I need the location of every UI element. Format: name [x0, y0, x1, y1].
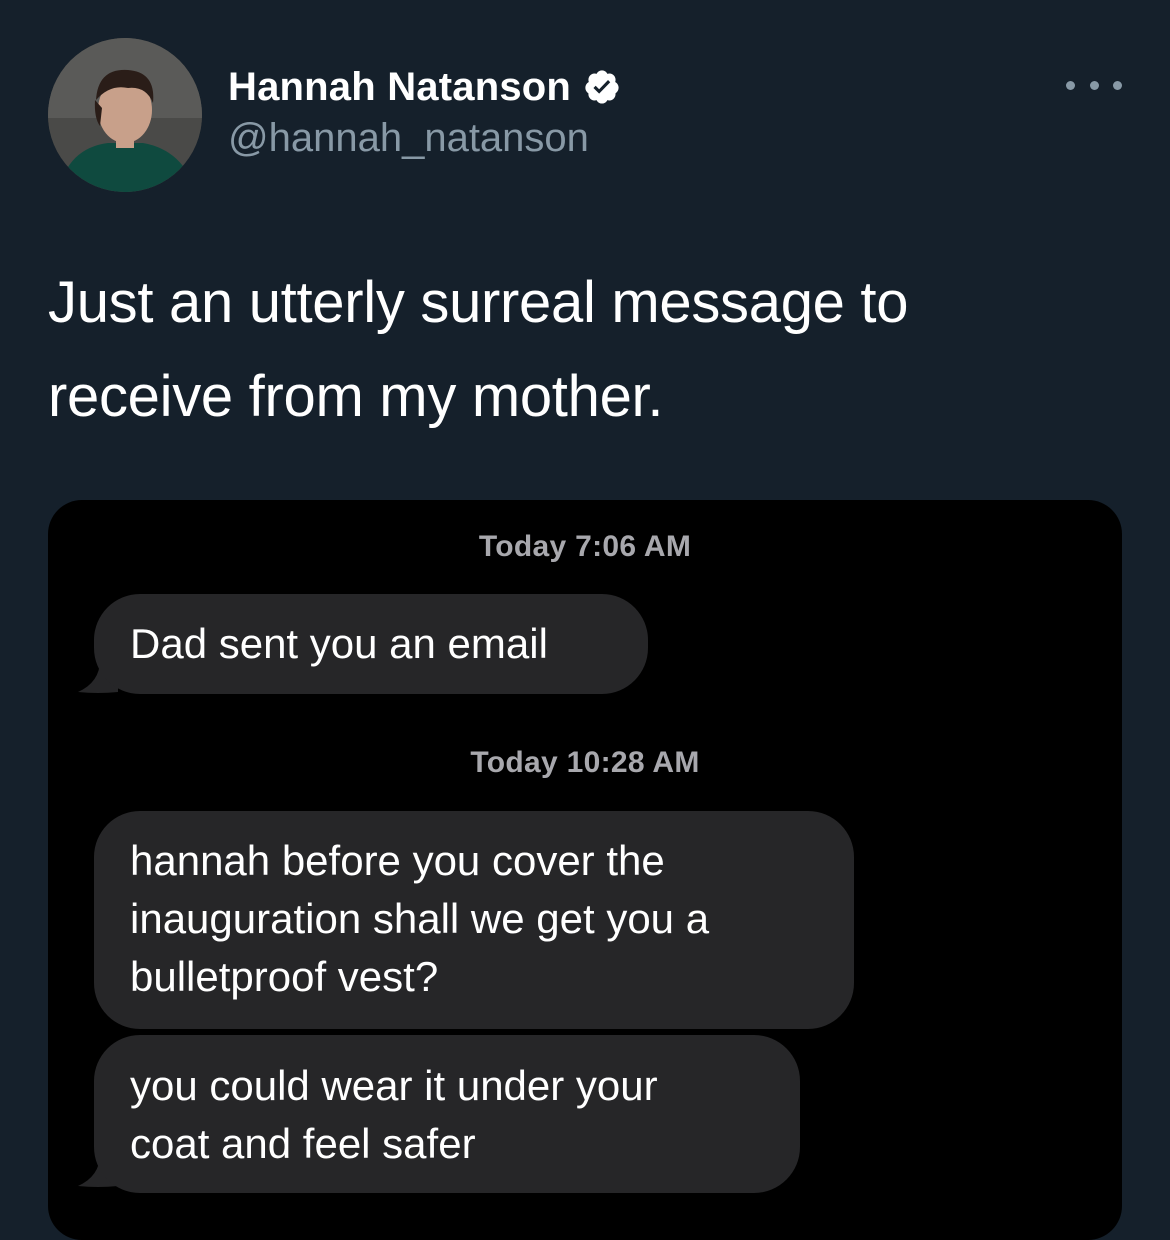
dot: [1089, 80, 1099, 90]
message-timestamp: Today 7:06 AM: [478, 530, 692, 563]
dot: [1113, 80, 1122, 90]
display-name[interactable]: Hannah Natanson: [228, 65, 571, 110]
message-text: Dad sent you an email: [130, 620, 548, 667]
tweet-header: Hannah Natanson @hannah_natanson: [48, 38, 1122, 192]
avatar[interactable]: [48, 38, 202, 192]
message-text: coat and feel safer: [130, 1120, 476, 1167]
message-bubble: Dad sent you an email: [94, 594, 648, 694]
message-text: hannah before you cover the: [130, 837, 665, 884]
tweet: Hannah Natanson @hannah_natanson Just an…: [0, 0, 1170, 1240]
message-bubble: hannah before you cover the inauguration…: [94, 811, 854, 1029]
tweet-media-image[interactable]: Today 7:06 AM Dad sent you an email Toda…: [48, 500, 1122, 1240]
tweet-text: Just an utterly surreal message to recei…: [48, 270, 909, 429]
message-text: inauguration shall we get you a: [130, 895, 710, 942]
message-text: you could wear it under your: [130, 1062, 658, 1109]
message-bubble: you could wear it under your coat and fe…: [94, 1035, 800, 1193]
author-handle[interactable]: @hannah_natanson: [228, 116, 621, 161]
display-name-row: Hannah Natanson: [228, 62, 621, 112]
more-horizontal-icon[interactable]: [1066, 70, 1122, 100]
message-timestamp: Today 10:28 AM: [470, 746, 700, 779]
dot: [1066, 80, 1075, 90]
author-names: Hannah Natanson @hannah_natanson: [228, 62, 621, 161]
message-text: bulletproof vest?: [130, 953, 439, 1000]
verified-badge-icon: [583, 68, 621, 106]
